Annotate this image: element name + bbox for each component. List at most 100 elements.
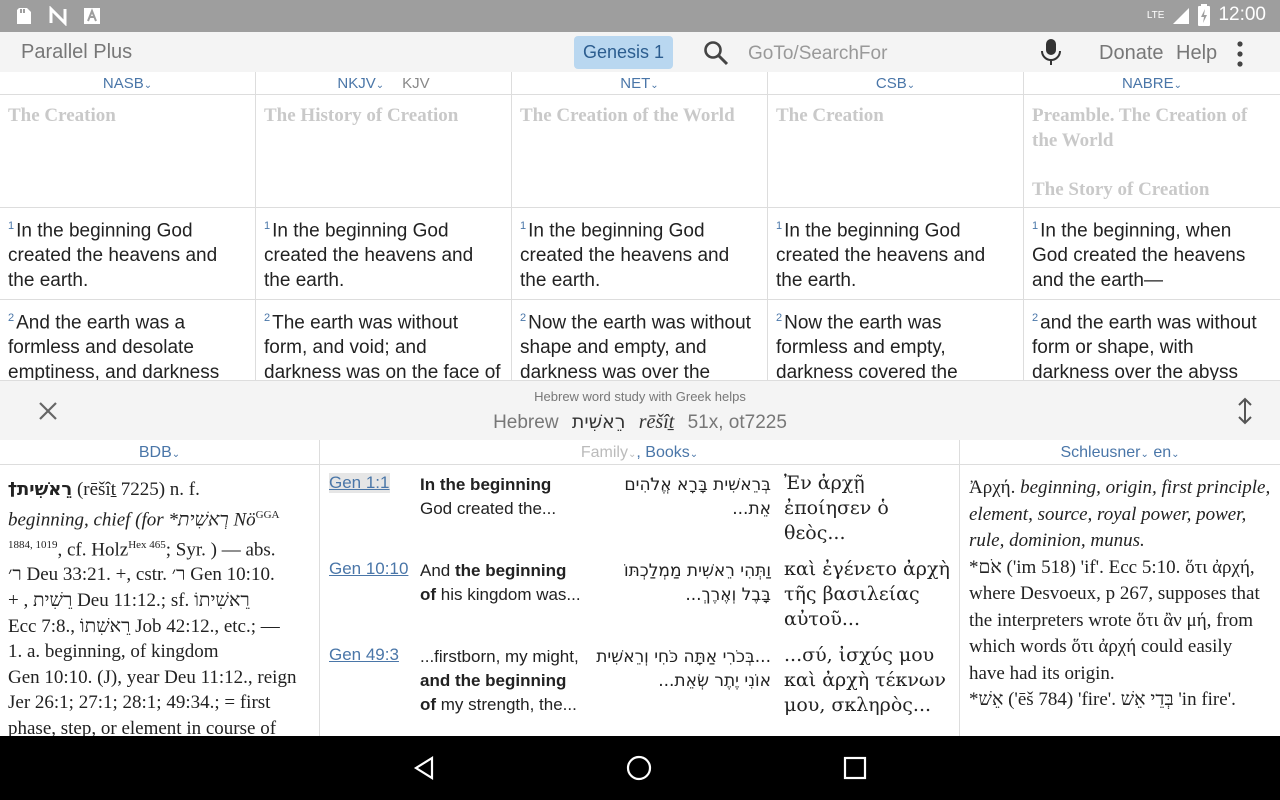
sub-heading: The Story of Creation — [1032, 179, 1210, 200]
verse-1[interactable]: 1 In the beginning God created the heaven… — [256, 208, 511, 300]
schleusner-headword: Ἀρχή. — [969, 477, 1016, 498]
clock: 12:00 — [1218, 4, 1266, 25]
bdb-line: beginning, chief (for *רְאשִׁית Nö — [8, 508, 256, 530]
network-type: LTE — [1146, 9, 1165, 21]
verse-number[interactable]: 1 — [264, 220, 270, 232]
verse-number[interactable]: 2 — [1032, 312, 1038, 324]
n-notification-icon — [49, 6, 67, 26]
verse-number[interactable]: 2 — [776, 312, 782, 324]
column-nabre: NABRE⌄ Preamble. The Creation of the Wor… — [1024, 72, 1280, 380]
verse-1[interactable]: 1 In the beginning God created the heaven… — [768, 208, 1023, 300]
schleusner-text: ('ēš 784) 'fire'. בְּדֵי אֵשׁ 'in fire'. — [1003, 689, 1236, 710]
more-options-icon[interactable] — [1232, 40, 1248, 68]
recents-icon[interactable] — [842, 755, 868, 781]
status-bar: LTE 12:00 — [0, 0, 1280, 32]
column-nkjv: NKJV⌄ KJV The History of Creation 1 In the… — [256, 72, 512, 380]
section-heading: The History of Creation — [256, 95, 511, 208]
verse-2[interactable]: 2 Now the earth was formless and empty, d… — [768, 300, 1023, 380]
app-title: Parallel Plus — [21, 41, 133, 63]
transliteration: rēšîṯ — [638, 411, 675, 433]
word-stats: 51x, ot7225 — [687, 412, 787, 433]
occurrence-row[interactable]: Gen 1:1 In the beginning God created the… — [320, 465, 959, 551]
version-selector-nabre[interactable]: NABRE⌄ — [1024, 72, 1280, 95]
occurrence-greek: Ἐν ἀρχῇ ἐποίησεν ὁ θεὸς... — [784, 472, 889, 544]
occurrence-english: In the beginning God created the... — [420, 475, 557, 518]
home-icon[interactable] — [626, 755, 652, 781]
occurrence-hebrew: ...בְּכֹרִי אַתָּה כֹּחִי וְרֵאשִׁית אוֹ… — [596, 647, 771, 691]
verse-number[interactable]: 2 — [264, 312, 270, 324]
back-icon[interactable] — [412, 755, 438, 781]
bdb-line: Gen 10:10. (J), year Deu 11:12., reign — [8, 666, 297, 688]
bdb-line: ר׳ Deu 33:21. +, cstr. ר׳ Gen 10:10. — [8, 564, 275, 586]
signal-icon — [1173, 8, 1190, 24]
bdb-headword: †רֵאשִׁית — [8, 479, 73, 500]
word-study-bar: Hebrew word study with Greek helps Hebre… — [0, 380, 1280, 440]
verse-1[interactable]: 1 In the beginning God created the heaven… — [0, 208, 255, 300]
version-selector-nasb[interactable]: NASB⌄ — [0, 72, 255, 95]
microphone-icon[interactable] — [1040, 38, 1062, 66]
verse-2[interactable]: 2 And the earth was a formless and desola… — [0, 300, 255, 380]
font-a-icon — [84, 8, 100, 24]
verse-1[interactable]: 1 In the beginning, when God created the … — [1024, 208, 1280, 300]
battery-icon — [1198, 4, 1211, 26]
reference-button[interactable]: Genesis 1 — [574, 36, 673, 69]
schleusner-text: ('im 518) 'if'. Ecc 5:10. ὅτι ἀρχή, wher… — [969, 556, 1260, 684]
verse-1[interactable]: 1 In the beginning God created the heaven… — [512, 208, 767, 300]
verse-text: And the earth was a formless and desolat… — [8, 312, 220, 380]
version-selector-nkjv[interactable]: NKJV⌄ KJV — [256, 72, 511, 95]
section-heading: The Creation of the World — [512, 95, 767, 208]
verse-2[interactable]: 2 and the earth was without form or shape… — [1024, 300, 1280, 380]
navigation-bar — [0, 736, 1280, 800]
lexicon-pane-bdb: BDB⌄ †רֵאשִׁית (rēšîṯ 7225) n. f. beginn… — [0, 440, 320, 736]
alt-version-kjv[interactable]: KJV — [402, 75, 430, 92]
occurrences-pane: Family⌄, Books⌄ Gen 1:1 In the beginning… — [320, 440, 960, 736]
family-toggle[interactable]: Family — [581, 444, 628, 461]
help-button[interactable]: Help — [1176, 42, 1217, 65]
verse-number[interactable]: 1 — [776, 220, 782, 232]
version-selector-csb[interactable]: CSB⌄ — [768, 72, 1023, 95]
section-heading: Preamble. The Creation of the World The S… — [1024, 95, 1280, 208]
occurrence-row[interactable]: Gen 10:10 And the beginning of his kingd… — [320, 551, 959, 637]
occurrence-greek: καὶ ἐγένετο ἀρχὴ τῆς βασιλείας αὐτοῦ... — [784, 558, 950, 630]
bdb-line: + , רֵשִׁית Deu 11:12.; sf. רֵאשִׁיתוֹ — [8, 590, 250, 612]
verse-text: In the beginning God created the heavens… — [8, 220, 218, 292]
verse-number[interactable]: 1 — [8, 220, 14, 232]
books-toggle[interactable]: Books — [645, 444, 689, 461]
occurrence-english: ...firstborn, my might, and the beginnin… — [420, 647, 579, 714]
language-selector[interactable]: en — [1153, 444, 1171, 461]
lexicon-selector-schleusner[interactable]: Schleusner⌄ en⌄ — [960, 440, 1280, 465]
verse-2[interactable]: 2 The earth was without form, and void; a… — [256, 300, 511, 380]
search-input[interactable] — [748, 42, 1018, 66]
occurrence-greek: ...σύ, ἰσχύς μου καὶ ἀρχὴ τέκνων μου, σκ… — [784, 644, 946, 716]
column-nasb: NASB⌄ The Creation 1 In the beginning God… — [0, 72, 256, 380]
verse-number[interactable]: 2 — [8, 312, 14, 324]
verse-number[interactable]: 1 — [520, 220, 526, 232]
bdb-line: 1. a. beginning, of kingdom — [8, 641, 219, 663]
occurrence-row[interactable]: Gen 49:3 ...firstborn, my might, and the… — [320, 637, 959, 723]
verse-2[interactable]: 2 Now the earth was without shape and emp… — [512, 300, 767, 380]
verse-text: In the beginning God created the heavens… — [520, 220, 730, 292]
sd-card-icon — [17, 8, 31, 24]
occurrences-header: Family⌄, Books⌄ — [320, 440, 959, 465]
verse-number[interactable]: 2 — [520, 312, 526, 324]
donate-button[interactable]: Donate — [1099, 42, 1164, 65]
resize-vertical-icon[interactable] — [1236, 397, 1254, 425]
verse-text: The earth was without form, and void; an… — [264, 312, 501, 380]
occurrence-ref[interactable]: Gen 10:10 — [329, 559, 408, 579]
occurrence-ref[interactable]: Gen 1:1 — [329, 473, 390, 493]
lexicon-selector-bdb[interactable]: BDB⌄ — [0, 440, 319, 465]
bdb-sup: GGA — [255, 508, 280, 521]
search-icon[interactable] — [703, 40, 729, 66]
schleusner-text: beginning, origin, first principle, elem… — [969, 477, 1271, 551]
word-study-caption: Hebrew word study with Greek helps — [534, 389, 746, 404]
verse-number[interactable]: 1 — [1032, 220, 1038, 232]
verse-text: In the beginning, when God created the h… — [1032, 220, 1246, 292]
bdb-entry: †רֵאשִׁית (rēšîṯ 7225) n. f. beginning, … — [0, 465, 319, 736]
version-selector-net[interactable]: NET⌄ — [512, 72, 767, 95]
parallel-columns: NASB⌄ The Creation 1 In the beginning God… — [0, 72, 1280, 380]
occurrence-english: And the beginning of his kingdom was... — [420, 561, 581, 604]
occurrence-ref[interactable]: Gen 49:3 — [329, 645, 399, 665]
schleusner-entry: Ἀρχή. beginning, origin, first principle… — [960, 465, 1280, 714]
verse-text: In the beginning God created the heavens… — [264, 220, 474, 292]
bdb-line: ; Syr. ) — abs. — [165, 538, 276, 560]
